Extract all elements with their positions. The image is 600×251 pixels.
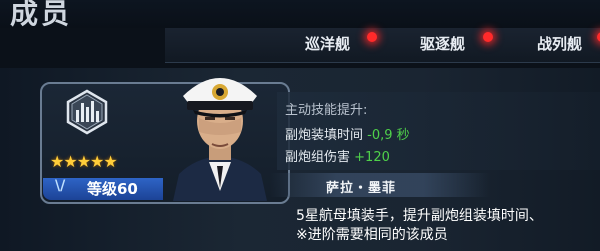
crew-level: 等级60: [87, 180, 138, 198]
skill-line-damage: 副炮组伤害 +120: [285, 146, 390, 165]
ship-class-emblem-icon: [66, 89, 108, 135]
skill-reload-label: 副炮装填时间: [285, 128, 364, 143]
skill-damage-label: 副炮组伤害: [285, 150, 351, 165]
skill-damage-value: +120: [354, 150, 390, 165]
rank-chevron-icon: \/: [55, 178, 66, 194]
new-indicator-dot-cruiser: [367, 32, 377, 42]
skill-reload-value: -0,9 秒: [367, 128, 410, 143]
new-indicator-dot-destroyer: [483, 32, 493, 42]
tab-cruiser[interactable]: 巡洋舰: [305, 33, 350, 54]
tab-battleship[interactable]: 战列舰: [537, 33, 582, 54]
tab-destroyer[interactable]: 驱逐舰: [420, 33, 465, 54]
promotion-note: ※进阶需要相同的该成员: [296, 227, 448, 243]
crew-portrait: [173, 78, 267, 201]
crew-name: 萨拉・墨菲: [326, 181, 397, 196]
crew-description: 5星航母填装手，提升副炮组装填时间、: [296, 208, 543, 224]
rarity-stars: ★★★★★: [50, 152, 118, 171]
skill-line-reload: 副炮装填时间 -0,9 秒: [285, 124, 410, 143]
skill-heading: 主动技能提升:: [285, 103, 368, 118]
header-bar: 成员: [0, 0, 600, 30]
ship-type-tabs: 巡洋舰 驱逐舰 战列舰: [165, 28, 600, 63]
page-title: 成员: [10, 0, 73, 30]
